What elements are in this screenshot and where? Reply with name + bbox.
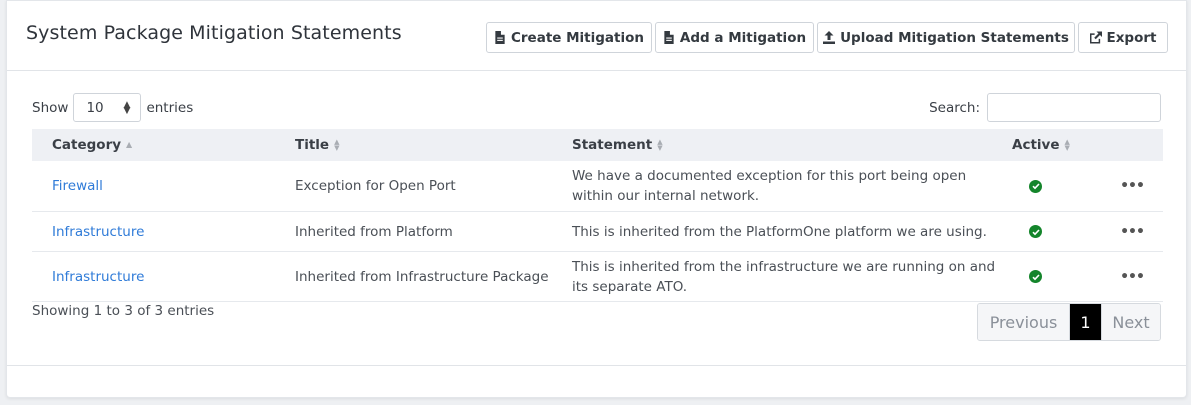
- row-actions-menu-icon[interactable]: •••: [1120, 269, 1145, 285]
- external-link-icon: [1089, 31, 1102, 44]
- show-label: Show: [32, 99, 69, 116]
- card-footer: [7, 365, 1186, 366]
- upload-icon: [823, 31, 836, 44]
- category-link[interactable]: Infrastructure: [52, 224, 144, 240]
- entries-length-control: Show 10 ▲ ▼ entries: [32, 93, 193, 122]
- sort-icon: ▲ ▼: [1064, 138, 1070, 152]
- column-header-statement[interactable]: Statement ▲ ▼: [572, 135, 1013, 155]
- row-title: Inherited from Platform: [295, 223, 453, 240]
- sort-icon: ▲ ▼: [334, 138, 340, 152]
- row-statement: This is inherited from the PlatformOne p…: [572, 223, 987, 240]
- row-statement: We have a documented exception for this …: [572, 168, 967, 204]
- create-mitigation-button[interactable]: Create Mitigation: [486, 22, 652, 53]
- upload-mitigation-statements-button[interactable]: Upload Mitigation Statements: [817, 22, 1075, 53]
- table-header: Category ▲ Title ▲ ▼ Statement ▲ ▼ Active …: [32, 129, 1163, 161]
- category-link[interactable]: Firewall: [52, 178, 103, 194]
- select-arrows-icon: ▲ ▼: [123, 99, 131, 116]
- column-label: Active: [1012, 137, 1060, 153]
- mitigation-card: System Package Mitigation Statements Cre…: [6, 0, 1187, 398]
- active-check-icon: [1029, 225, 1042, 238]
- active-check-icon: [1029, 270, 1042, 283]
- table-row: Infrastructure Inherited from Platform T…: [32, 212, 1163, 252]
- column-label: Title: [295, 137, 330, 153]
- export-label: Export: [1106, 29, 1157, 46]
- create-mitigation-label: Create Mitigation: [510, 29, 645, 46]
- file-icon: [495, 31, 505, 44]
- upload-mitigation-statements-label: Upload Mitigation Statements: [840, 29, 1069, 46]
- export-button[interactable]: Export: [1078, 22, 1168, 53]
- add-mitigation-button[interactable]: Add a Mitigation: [655, 22, 814, 53]
- page-title: System Package Mitigation Statements: [26, 22, 402, 44]
- row-title: Exception for Open Port: [295, 178, 456, 194]
- row-actions-menu-icon[interactable]: •••: [1120, 224, 1145, 240]
- column-label: Statement: [572, 137, 653, 153]
- row-actions-menu-icon[interactable]: •••: [1120, 178, 1145, 194]
- page-1-button[interactable]: 1: [1070, 304, 1101, 340]
- entries-label: entries: [146, 99, 194, 116]
- column-header-category[interactable]: Category ▲: [32, 137, 295, 153]
- search-input[interactable]: [987, 93, 1161, 122]
- sort-ascending-icon: ▲: [126, 140, 133, 149]
- add-mitigation-label: Add a Mitigation: [679, 29, 807, 46]
- entries-per-page-value: 10: [86, 99, 104, 116]
- column-header-title[interactable]: Title ▲ ▼: [295, 137, 572, 153]
- file-icon: [664, 31, 674, 44]
- table-info: Showing 1 to 3 of 3 entries: [32, 303, 215, 319]
- category-link[interactable]: Infrastructure: [52, 269, 144, 285]
- column-header-active[interactable]: Active ▲ ▼: [1012, 137, 1163, 153]
- sort-icon: ▲ ▼: [657, 138, 663, 152]
- table-row: Infrastructure Inherited from Infrastruc…: [32, 252, 1163, 302]
- search-label: Search:: [929, 99, 980, 116]
- next-page-button[interactable]: Next: [1101, 304, 1160, 340]
- column-label: Category: [52, 137, 122, 153]
- search-control: Search:: [929, 93, 1161, 122]
- table-row: Firewall Exception for Open Port We have…: [32, 161, 1163, 212]
- previous-page-button[interactable]: Previous: [978, 304, 1070, 340]
- mitigations-table: Category ▲ Title ▲ ▼ Statement ▲ ▼ Active …: [32, 129, 1163, 302]
- active-check-icon: [1029, 179, 1042, 193]
- row-title: Inherited from Infrastructure Package: [295, 268, 549, 285]
- row-statement: This is inherited from the infrastructur…: [572, 258, 996, 295]
- pagination: Previous 1 Next: [977, 303, 1161, 341]
- card-header: System Package Mitigation Statements Cre…: [7, 1, 1186, 71]
- entries-per-page-select[interactable]: 10 ▲ ▼: [73, 93, 142, 122]
